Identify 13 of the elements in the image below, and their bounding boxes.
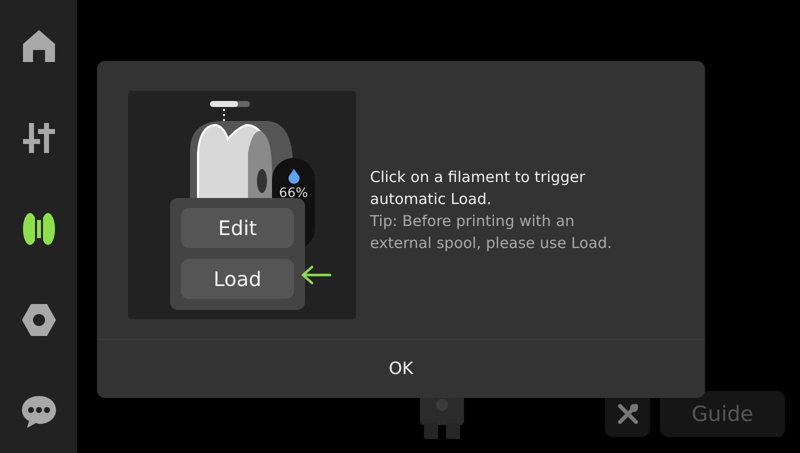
tip-text: Tip: Before printing with an external spool, please use Load.: [370, 211, 613, 254]
spool-icon[interactable]: [20, 210, 56, 246]
hex-nut-icon[interactable]: [20, 302, 56, 338]
menu-item[interactable]: Load: [181, 259, 294, 299]
menu-item[interactable]: Edit: [181, 208, 294, 248]
ok-button[interactable]: OK: [97, 339, 705, 398]
home-icon[interactable]: [20, 28, 56, 64]
chat-icon[interactable]: [20, 393, 56, 429]
tools-icon: [616, 403, 638, 425]
arrow-icon: [300, 265, 332, 285]
message-text: Click on a filament to trigger automatic Load.: [370, 167, 586, 210]
percent-text: 66%: [279, 186, 308, 201]
drop-icon: [286, 168, 300, 184]
